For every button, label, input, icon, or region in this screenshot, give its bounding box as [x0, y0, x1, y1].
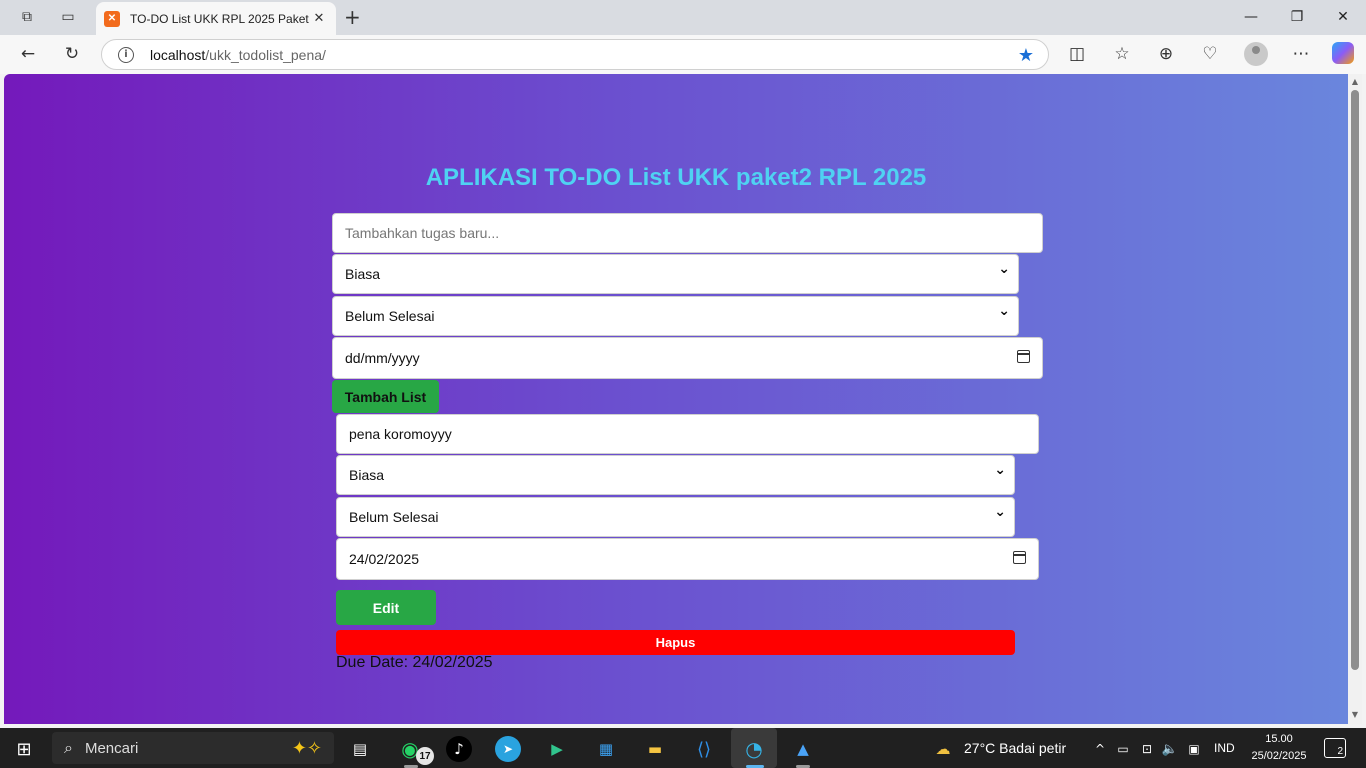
item-date-value: 24/02/2025 — [349, 551, 420, 567]
calendar-icon[interactable] — [1013, 551, 1026, 564]
item-status-value: Belum Selesai — [349, 509, 439, 525]
restore-icon[interactable]: ❐ — [1274, 4, 1320, 30]
search-icon: ⌕ — [64, 738, 73, 757]
whatsapp-badge: 17 — [416, 747, 434, 765]
clock[interactable]: 15.00 25/02/2025 — [1248, 731, 1310, 765]
workspaces-icon[interactable]: ⧉ — [14, 6, 40, 28]
more-menu-icon[interactable]: ⋯ — [1289, 43, 1313, 65]
delete-button[interactable]: Hapus — [336, 630, 1015, 655]
item-status-select[interactable]: Belum Selesai — [336, 497, 1015, 537]
priority-select-value: Biasa — [345, 266, 381, 282]
tab-strip: ⧉ ▭ ✕ TO-DO List UKK RPL 2025 Paket 2 ✕ … — [0, 0, 1366, 35]
url-path: /ukk_todolist_pena/ — [205, 46, 326, 63]
site-info-icon[interactable]: i — [118, 46, 134, 63]
tab-actions-icon[interactable]: ▭ — [55, 6, 81, 28]
notification-count: 2 — [1337, 746, 1343, 757]
store-icon[interactable]: ▦ — [593, 736, 619, 762]
sparkle-icon: ✦✧ — [291, 737, 322, 759]
weather-icon[interactable]: ☁ — [930, 736, 956, 762]
display-icon[interactable]: ▣ — [1181, 736, 1207, 762]
due-date-text: Due Date: 24/02/2025 — [336, 654, 493, 671]
search-placeholder: Mencari — [84, 739, 139, 757]
new-tab-icon[interactable]: + — [344, 5, 361, 29]
profile-avatar[interactable] — [1244, 42, 1268, 66]
close-window-icon[interactable]: ✕ — [1320, 4, 1366, 30]
minimize-icon[interactable]: — — [1228, 4, 1274, 30]
scroll-up-icon[interactable]: ▲ — [1351, 77, 1359, 86]
taskbar: ⊞ ⌕ Mencari ✦✧ ▤ ◉ ♪ ➤ ▶ ▦ ▬ ⟨⟩ ◔ ▲ ☁ 27… — [0, 728, 1366, 768]
status-select[interactable]: Belum Selesai — [332, 296, 1019, 336]
tab-title: TO-DO List UKK RPL 2025 Paket 2 — [130, 11, 310, 26]
scroll-down-icon[interactable]: ▼ — [1351, 710, 1359, 719]
page-scrollbar[interactable]: ▲ ▼ — [1348, 74, 1362, 724]
item-task-input[interactable]: pena koromoyyy — [336, 414, 1039, 454]
file-explorer-icon[interactable]: ▬ — [642, 736, 668, 762]
notification-center-icon[interactable]: 2 — [1324, 738, 1346, 758]
close-tab-icon[interactable]: ✕ — [310, 11, 328, 26]
task-input[interactable]: Tambahkan tugas baru... — [332, 213, 1043, 253]
address-bar[interactable]: i localhost /ukk_todolist_pena/ ★ — [101, 39, 1049, 70]
collections-icon[interactable]: ⊕ — [1154, 43, 1178, 65]
clock-date: 25/02/2025 — [1251, 750, 1307, 762]
date-input-value: dd/mm/yyyy — [345, 350, 420, 366]
battery-icon[interactable]: ▭ — [1110, 736, 1136, 762]
clock-time: 15.00 — [1265, 733, 1293, 745]
page-title: APLIKASI TO-DO List UKK paket2 RPL 2025 — [425, 164, 927, 191]
item-task-value: pena koromoyyy — [349, 426, 452, 442]
favorite-star-icon[interactable]: ★ — [1018, 45, 1034, 66]
edit-button[interactable]: Edit — [336, 590, 436, 625]
browser-toolbar: ← ↻ i localhost /ukk_todolist_pena/ ★ ◫ … — [0, 35, 1366, 74]
calendar-icon[interactable] — [1017, 350, 1030, 363]
browser-essentials-icon[interactable]: ♡ — [1198, 43, 1222, 65]
language-indicator[interactable]: IND — [1214, 741, 1235, 755]
item-priority-value: Biasa — [349, 467, 385, 483]
photos-icon[interactable]: ▲ — [790, 736, 816, 762]
volume-icon[interactable]: 🔈 — [1157, 736, 1183, 762]
back-icon[interactable]: ← — [16, 43, 40, 65]
add-list-button[interactable]: Tambah List — [332, 380, 439, 413]
media-player-icon[interactable]: ▶ — [544, 736, 570, 762]
edge-icon[interactable]: ◔ — [741, 736, 767, 762]
status-select-value: Belum Selesai — [345, 308, 435, 324]
page-viewport: APLIKASI TO-DO List UKK paket2 RPL 2025 … — [4, 74, 1348, 724]
telegram-icon[interactable]: ➤ — [495, 736, 521, 762]
xampp-icon: ✕ — [104, 10, 120, 27]
item-priority-select[interactable]: Biasa — [336, 455, 1015, 495]
vscode-icon[interactable]: ⟨⟩ — [691, 736, 717, 762]
taskbar-search[interactable]: ⌕ Mencari ✦✧ — [52, 732, 334, 764]
tiktok-icon[interactable]: ♪ — [446, 736, 472, 762]
copilot-icon[interactable] — [1332, 42, 1354, 64]
date-input[interactable]: dd/mm/yyyy — [332, 337, 1043, 379]
priority-select[interactable]: Biasa — [332, 254, 1019, 294]
task-view-icon[interactable]: ▤ — [347, 736, 373, 762]
weather-text[interactable]: 27°C Badai petir — [964, 740, 1066, 756]
split-screen-icon[interactable]: ◫ — [1065, 43, 1089, 65]
windows-start-icon[interactable]: ⊞ — [11, 736, 37, 762]
item-date-input[interactable]: 24/02/2025 — [336, 538, 1039, 580]
url-host: localhost — [150, 46, 206, 63]
scroll-thumb[interactable] — [1351, 90, 1359, 670]
tab-active[interactable]: ✕ TO-DO List UKK RPL 2025 Paket 2 ✕ — [96, 2, 336, 35]
refresh-icon[interactable]: ↻ — [60, 43, 84, 65]
favorites-icon[interactable]: ☆ — [1110, 43, 1134, 65]
